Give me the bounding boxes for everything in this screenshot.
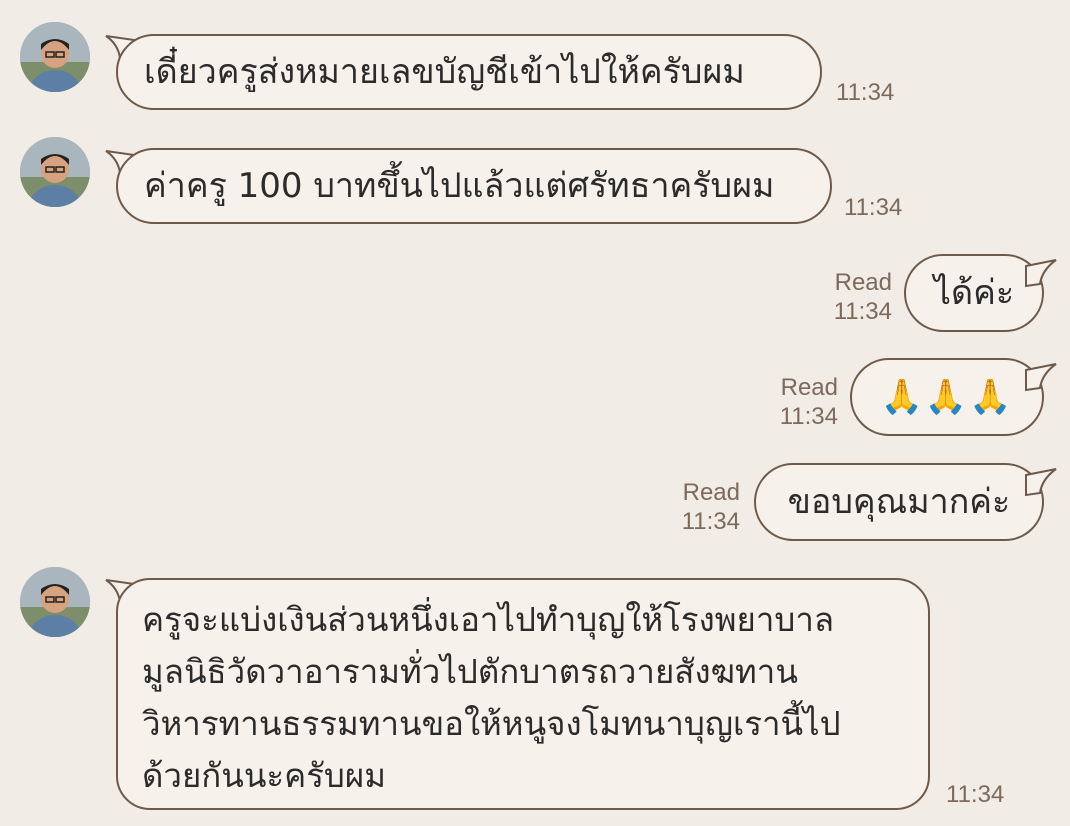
avatar[interactable]	[20, 567, 90, 637]
bubble-tail	[1024, 360, 1060, 396]
message-bubble[interactable]: ขอบคุณมากค่ะ	[754, 463, 1044, 541]
timestamp: 11:34	[844, 194, 903, 221]
bubble-tail	[1024, 465, 1060, 501]
read-status: Read	[834, 269, 892, 296]
pray-hands-icon: 🙏🙏🙏	[880, 377, 1014, 417]
timestamp: 11:34	[779, 403, 838, 430]
timestamp: 11:34	[946, 781, 1005, 808]
message-bubble[interactable]: ค่าครู 100 บาทขึ้นไปแล้วแต่ศรัทธาครับผม	[116, 148, 832, 224]
timestamp: 11:34	[681, 508, 740, 535]
avatar-photo	[20, 567, 90, 637]
avatar-photo	[20, 22, 90, 92]
message-line: วิหารทานธรรมทานขอให้หนูจงโมทนาบุญเรานี้ไ…	[142, 704, 841, 743]
message-bubble[interactable]: เดี๋ยวครูส่งหมายเลขบัญชีเข้าไปให้ครับผม	[116, 34, 822, 110]
timestamp: 11:34	[836, 79, 895, 106]
message-text: เดี๋ยวครูส่งหมายเลขบัญชีเข้าไปให้ครับผม	[144, 52, 745, 92]
bubble-tail	[1024, 256, 1060, 292]
message-bubble[interactable]: ครูจะแบ่งเงินส่วนหนึ่งเอาไปทำบุญให้โรงพย…	[116, 578, 930, 810]
avatar[interactable]	[20, 22, 90, 92]
avatar-photo	[20, 137, 90, 207]
message-line: มูลนิธิวัดวาอารามทั่วไปตักบาตรถวายสังฆทา…	[142, 652, 798, 691]
message-text: ขอบคุณมากค่ะ	[787, 482, 1011, 522]
message-bubble[interactable]: ได้ค่ะ	[904, 254, 1044, 332]
read-status: Read	[682, 479, 740, 506]
message-text: ได้ค่ะ	[933, 273, 1015, 313]
message-text: ค่าครู 100 บาทขึ้นไปแล้วแต่ศรัทธาครับผม	[144, 166, 775, 206]
avatar[interactable]	[20, 137, 90, 207]
message-line: ครูจะแบ่งเงินส่วนหนึ่งเอาไปทำบุญให้โรงพย…	[142, 600, 835, 639]
message-bubble[interactable]: 🙏🙏🙏	[850, 358, 1044, 436]
message-line: ด้วยกันนะครับผม	[142, 756, 386, 795]
read-status: Read	[780, 374, 838, 401]
timestamp: 11:34	[833, 298, 892, 325]
